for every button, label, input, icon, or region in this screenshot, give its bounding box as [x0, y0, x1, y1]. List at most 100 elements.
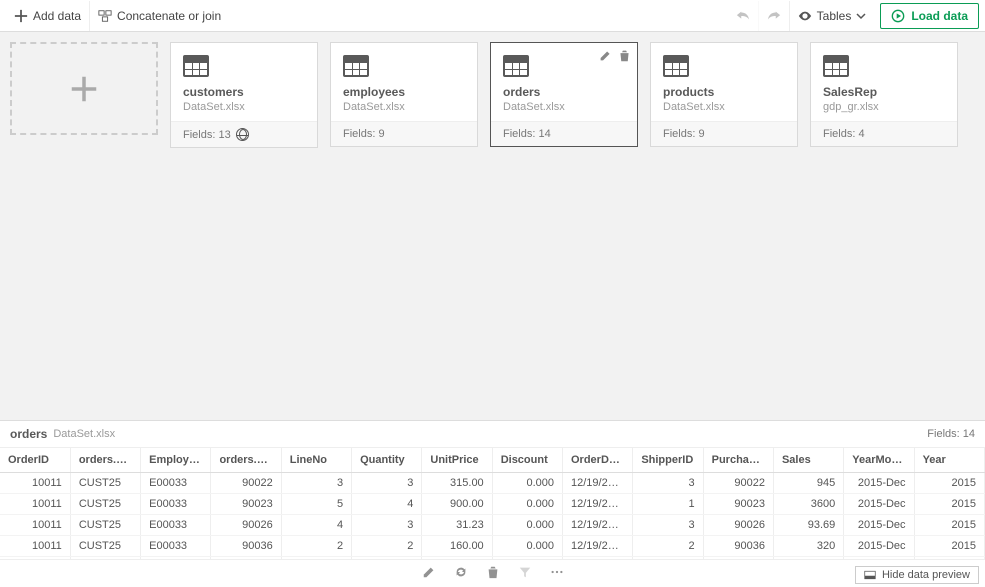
tables-label: Tables: [817, 9, 852, 23]
undo-icon: [736, 9, 750, 23]
card-body: customersDataSet.xlsx: [171, 43, 317, 121]
edit-card-button[interactable]: [599, 49, 612, 65]
column-header[interactable]: PurchasedP…: [703, 448, 773, 472]
table-cell: 3: [352, 514, 422, 535]
column-header[interactable]: Year: [914, 448, 984, 472]
table-card-products[interactable]: productsDataSet.xlsx Fields: 9: [650, 42, 798, 147]
card-footer: Fields: 9: [651, 121, 797, 146]
card-body: productsDataSet.xlsx: [651, 43, 797, 121]
column-header[interactable]: orders.Prod…: [211, 448, 281, 472]
table-cell: 320: [773, 535, 843, 556]
pencil-icon: [599, 49, 612, 62]
table-row[interactable]: 10011CUST25E000339002354900.000.00012/19…: [0, 493, 985, 514]
edit-button[interactable]: [422, 565, 436, 582]
column-header[interactable]: Sales: [773, 448, 843, 472]
play-circle-icon: [891, 9, 905, 23]
tables-dropdown[interactable]: Tables: [789, 1, 875, 31]
column-header[interactable]: Discount: [492, 448, 562, 472]
table-cell: 3600: [773, 493, 843, 514]
table-cell: 90022: [211, 472, 281, 493]
card-footer: Fields: 9: [331, 121, 477, 146]
hide-preview-button[interactable]: Hide data preview: [855, 566, 979, 584]
table-cell: 2015: [914, 493, 984, 514]
table-cell: CUST25: [70, 514, 140, 535]
preview-table: OrderIDorders.Cust…EmployeeKeyorders.Pro…: [0, 448, 985, 559]
delete-card-button[interactable]: [618, 49, 631, 65]
card-title: SalesRep: [823, 85, 945, 99]
column-header[interactable]: YearMonth: [844, 448, 914, 472]
table-cell: 10011: [0, 535, 70, 556]
table-cell: 2015: [914, 472, 984, 493]
table-cell: 10011: [0, 493, 70, 514]
table-cell: E00033: [141, 493, 211, 514]
table-cell: 0.000: [492, 493, 562, 514]
refresh-button[interactable]: [454, 565, 468, 582]
table-cell: 2015-Dec: [844, 535, 914, 556]
table-cell: 2: [633, 535, 703, 556]
table-cell: CUST25: [70, 472, 140, 493]
column-header[interactable]: OrderID: [0, 448, 70, 472]
table-cell: 2: [352, 535, 422, 556]
card-source: DataSet.xlsx: [343, 101, 465, 113]
table-cell: 3: [633, 514, 703, 535]
column-header[interactable]: ShipperID: [633, 448, 703, 472]
table-row[interactable]: 10011CUST25E00033900264331.230.00012/19/…: [0, 514, 985, 535]
redo-icon: [767, 9, 781, 23]
delete-button[interactable]: [486, 565, 500, 582]
more-button[interactable]: [550, 565, 564, 582]
concatenate-label: Concatenate or join: [117, 9, 221, 23]
table-cell: 3: [352, 472, 422, 493]
table-cell: 315.00: [422, 472, 492, 493]
add-table-card[interactable]: [10, 42, 158, 135]
card-source: gdp_gr.xlsx: [823, 101, 945, 113]
table-icon: [663, 55, 689, 77]
trash-icon: [486, 565, 500, 579]
table-cell: 2015-Dec: [844, 514, 914, 535]
concatenate-button[interactable]: Concatenate or join: [89, 1, 229, 31]
card-source: DataSet.xlsx: [183, 101, 305, 113]
data-preview-panel: orders DataSet.xlsx Fields: 14 OrderIDor…: [0, 420, 985, 587]
table-cell: 2015: [914, 535, 984, 556]
preview-grid[interactable]: OrderIDorders.Cust…EmployeeKeyorders.Pro…: [0, 448, 985, 559]
column-header[interactable]: OrderDate: [563, 448, 633, 472]
load-data-button[interactable]: Load data: [880, 3, 979, 29]
card-footer: Fields: 4: [811, 121, 957, 146]
table-icon: [823, 55, 849, 77]
column-header[interactable]: Quantity: [352, 448, 422, 472]
table-card-orders[interactable]: ordersDataSet.xlsx Fields: 14: [490, 42, 638, 147]
table-card-salesrep[interactable]: SalesRep gdp_gr.xlsx Fields: 4: [810, 42, 958, 147]
column-header[interactable]: LineNo: [281, 448, 351, 472]
card-fields-count: Fields: 14: [503, 128, 551, 140]
table-cell: 90036: [211, 535, 281, 556]
card-body: ordersDataSet.xlsx: [491, 43, 637, 121]
table-card-employees[interactable]: employeesDataSet.xlsxFields: 9: [330, 42, 478, 147]
card-fields-count: Fields: 9: [663, 128, 705, 140]
card-source: DataSet.xlsx: [503, 101, 625, 113]
table-cell: E00033: [141, 535, 211, 556]
table-icon: [503, 55, 529, 77]
add-data-button[interactable]: Add data: [6, 1, 89, 31]
data-model-canvas: customersDataSet.xlsxFields: 13employees…: [0, 32, 985, 420]
concatenate-icon: [98, 9, 112, 23]
pencil-icon: [422, 565, 436, 579]
table-cell: 4: [281, 514, 351, 535]
table-cell: 1: [633, 493, 703, 514]
table-row[interactable]: 10011CUST25E000339002233315.000.00012/19…: [0, 472, 985, 493]
table-cell: 31.23: [422, 514, 492, 535]
column-header[interactable]: UnitPrice: [422, 448, 492, 472]
table-cell: 90026: [703, 514, 773, 535]
table-card-customers[interactable]: customersDataSet.xlsxFields: 13: [170, 42, 318, 148]
table-cell: 2015-Dec: [844, 472, 914, 493]
undo-button: [728, 1, 758, 31]
hide-preview-label: Hide data preview: [882, 569, 970, 581]
table-icon: [343, 55, 369, 77]
column-header[interactable]: EmployeeKey: [141, 448, 211, 472]
card-body: employeesDataSet.xlsx: [331, 43, 477, 121]
column-header[interactable]: orders.Cust…: [70, 448, 140, 472]
table-cell: 0.000: [492, 514, 562, 535]
preview-source: DataSet.xlsx: [53, 428, 115, 440]
table-cell: 0.000: [492, 472, 562, 493]
table-cell: 945: [773, 472, 843, 493]
table-row[interactable]: 10011CUST25E000339003622160.000.00012/19…: [0, 535, 985, 556]
table-cell: 0.000: [492, 535, 562, 556]
